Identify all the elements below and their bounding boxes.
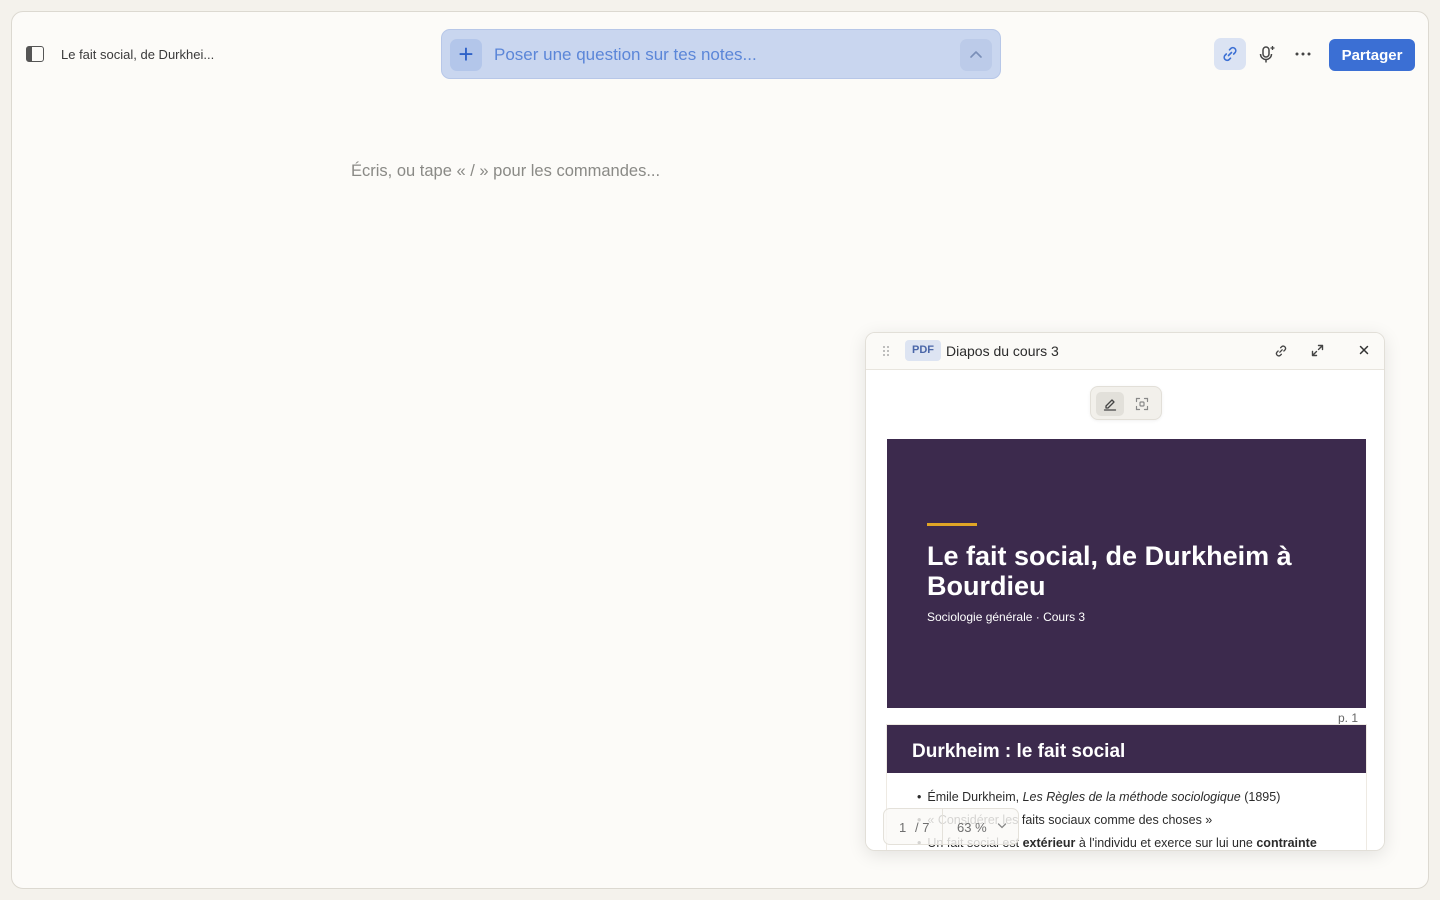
- more-horizontal-icon: [1295, 52, 1311, 56]
- pdf-viewer-header: PDF Diapos du cours 3: [866, 333, 1384, 370]
- ask-notes-input[interactable]: [494, 38, 934, 72]
- link-icon: [1275, 345, 1287, 357]
- more-options-button[interactable]: [1287, 38, 1319, 70]
- slide-title: Durkheim : le fait social: [912, 741, 1126, 762]
- sidebar-toggle-icon[interactable]: [26, 46, 44, 62]
- pdf-mode-toggle: [1090, 386, 1162, 420]
- pager-divider: [942, 809, 943, 844]
- drag-handle-icon[interactable]: [882, 345, 890, 357]
- pdf-badge: PDF: [905, 340, 941, 361]
- copy-link-button[interactable]: [1214, 38, 1246, 70]
- select-area-mode-button[interactable]: [1128, 392, 1156, 416]
- page-number-label: p. 1: [1338, 711, 1359, 725]
- share-button[interactable]: Partager: [1329, 39, 1415, 71]
- slide-header-band: Durkheim : le fait social: [887, 725, 1366, 773]
- slide-accent-rule: [927, 523, 977, 526]
- total-pages: / 7: [915, 820, 930, 835]
- highlighter-icon: [1103, 399, 1117, 411]
- editor-placeholder[interactable]: Écris, ou tape « / » pour les commandes.…: [351, 162, 660, 181]
- pdf-close-button[interactable]: [1353, 339, 1377, 363]
- annotate-mode-button[interactable]: [1096, 392, 1124, 416]
- pdf-viewer-panel: PDF Diapos du cours 3 Le fait social, de…: [865, 332, 1385, 851]
- expand-icon: [1311, 344, 1324, 357]
- ask-notes-bar[interactable]: +: [441, 29, 1001, 79]
- select-area-icon: [1135, 397, 1149, 411]
- add-icon[interactable]: +: [450, 39, 482, 71]
- zoom-level[interactable]: 63 %: [957, 820, 987, 835]
- chevron-up-icon[interactable]: [960, 39, 992, 71]
- pdf-pages[interactable]: Le fait social, de Durkheim à Bourdieu S…: [866, 371, 1384, 850]
- pdf-pager: 1 / 7 63 %: [883, 808, 1019, 845]
- current-page-number[interactable]: 1: [899, 820, 906, 835]
- pdf-link-button[interactable]: [1269, 339, 1293, 363]
- voice-note-button[interactable]: [1251, 38, 1283, 70]
- pdf-page-1: Le fait social, de Durkheim à Bourdieu S…: [887, 439, 1366, 708]
- microphone-sparkle-icon: [1259, 46, 1275, 63]
- chevron-down-icon[interactable]: [997, 822, 1007, 830]
- pdf-title: Diapos du cours 3: [946, 343, 1059, 359]
- link-icon: [1223, 46, 1237, 62]
- slide-title: Le fait social, de Durkheim à Bourdieu: [927, 541, 1292, 601]
- document-title[interactable]: Le fait social, de Durkhei...: [61, 47, 214, 62]
- close-icon: [1359, 345, 1369, 355]
- slide-subtitle: Sociologie générale · Cours 3: [927, 610, 1086, 624]
- app-window: Le fait social, de Durkhei... + Partager…: [11, 11, 1429, 889]
- pdf-expand-button[interactable]: [1306, 339, 1330, 363]
